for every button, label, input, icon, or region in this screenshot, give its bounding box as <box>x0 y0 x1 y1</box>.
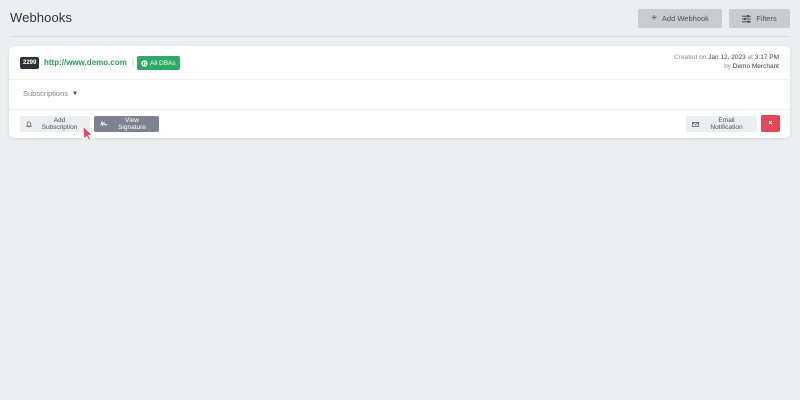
dba-label: All DBAs <box>150 59 176 67</box>
created-date: Jan 12, 2023 <box>708 54 746 61</box>
envelope-icon <box>692 121 699 127</box>
created-by-prefix: by <box>724 63 731 70</box>
add-webhook-label: Add Webhook <box>661 14 709 23</box>
dba-badge: All DBAs <box>137 56 180 70</box>
created-line: Created on Jan 12, 2023 at 3:17 PM <box>674 53 779 62</box>
webhook-id-badge: 2299 <box>20 57 40 69</box>
email-notification-button[interactable]: Email Notification <box>686 116 757 132</box>
created-meta: Created on Jan 12, 2023 at 3:17 PM by De… <box>674 53 779 71</box>
webhook-card-header: 2299 http://www.demo.com | All DBAs Crea… <box>9 46 790 80</box>
add-subscription-label: Add Subscription <box>41 117 78 131</box>
header-actions: + Add Webhook Filters <box>638 9 790 28</box>
add-subscription-button[interactable]: Add Subscription <box>20 116 90 132</box>
filters-label: Filters <box>756 14 777 23</box>
created-at-word: at <box>747 54 753 61</box>
delete-webhook-button[interactable]: × <box>761 115 780 132</box>
header-divider <box>10 36 790 37</box>
subscriptions-label: Subscriptions <box>23 89 69 98</box>
plus-icon: + <box>651 12 657 24</box>
created-prefix: Created on <box>674 54 707 61</box>
bell-icon <box>26 120 32 128</box>
created-by: Demo Merchant <box>732 63 779 70</box>
page-title: Webhooks <box>10 10 72 25</box>
filters-button[interactable]: Filters <box>729 9 790 28</box>
sliders-icon <box>742 14 752 23</box>
signature-icon <box>100 121 108 127</box>
url-separator: | <box>132 58 135 67</box>
webhook-url[interactable]: http://www.demo.com <box>44 57 127 69</box>
add-webhook-button[interactable]: + Add Webhook <box>638 9 722 28</box>
globe-icon <box>141 59 148 67</box>
caret-down-icon: ▼ <box>72 90 78 97</box>
created-time: 3:17 PM <box>754 54 779 61</box>
view-signature-button[interactable]: View Signature <box>94 116 159 132</box>
view-signature-label: View Signature <box>118 117 146 131</box>
subscriptions-row: Subscriptions ▼ <box>9 80 790 110</box>
subscriptions-toggle[interactable]: Subscriptions ▼ <box>23 89 78 98</box>
webhook-card: 2299 http://www.demo.com | All DBAs Crea… <box>9 46 790 138</box>
webhook-card-actions: Add Subscription View Signature Email No… <box>9 110 790 138</box>
created-by-line: by Demo Merchant <box>674 62 779 71</box>
page-header: Webhooks + Add Webhook Filters <box>0 0 800 36</box>
email-notification-label: Email Notification <box>710 117 743 131</box>
